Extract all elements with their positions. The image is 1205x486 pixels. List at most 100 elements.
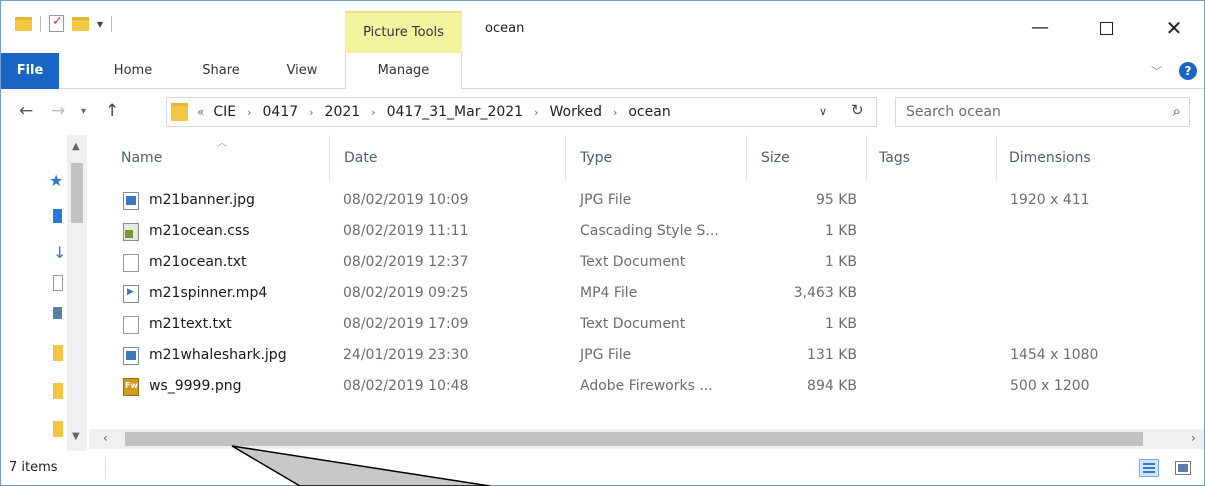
file-dimensions: 500 x 1200 [1010,378,1090,394]
address-dropdown-chevron-icon[interactable]: ∨ [819,105,827,118]
new-folder-icon[interactable] [72,16,89,31]
file-name: m21banner.jpg [149,192,255,208]
file-row[interactable]: m21ocean.txt 08/02/2019 12:37 Text Docum… [89,248,1169,279]
breadcrumb-item[interactable]: 2021 [325,104,361,120]
file-name: m21ocean.txt [149,254,247,270]
downloads-icon[interactable]: ↓ [53,243,66,262]
back-arrow-icon[interactable]: ← [19,101,33,121]
scrollbar-thumb[interactable] [125,432,1143,446]
customize-toolbar-arrow-icon[interactable]: ▾ [97,17,103,31]
folder-icon[interactable] [53,383,63,399]
file-dimensions: 1454 x 1080 [1010,347,1099,363]
file-list: ︿ Name Date Type Size Tags Dimensions m2… [89,135,1204,429]
file-type: Cascading Style S... [580,223,719,239]
details-view-icon[interactable] [1139,459,1159,477]
file-size: 95 KB [815,192,857,208]
column-header-type[interactable]: Type [566,135,747,181]
quick-access-star-icon[interactable]: ★ [49,171,63,190]
up-arrow-icon[interactable]: ↑ [105,101,119,121]
breadcrumb-separator-icon[interactable]: › [247,106,251,119]
file-size: 894 KB [807,378,857,394]
minimize-button[interactable]: — [1017,13,1063,43]
fireworks-file-icon [123,378,139,396]
breadcrumb-item[interactable]: 0417 [263,104,299,120]
file-row[interactable]: ws_9999.png 08/02/2019 10:48 Adobe Firew… [89,372,1169,403]
address-bar[interactable]: « CIE › 0417 › 2021 › 0417_31_Mar_2021 ›… [166,97,877,127]
folder-icon[interactable] [53,345,63,361]
breadcrumb-item[interactable]: 0417_31_Mar_2021 [387,104,524,120]
file-size: 1 KB [824,223,857,239]
file-type: JPG File [580,347,632,363]
help-icon[interactable]: ? [1179,62,1197,80]
file-type: Adobe Fireworks ... [580,378,713,394]
file-explorer-window: ▾ Picture Tools ocean — ✕ File Home Shar… [0,0,1205,486]
recent-locations-chevron-icon[interactable]: ▾ [81,106,86,117]
tab-file[interactable]: File [1,53,59,89]
file-size: 3,463 KB [793,285,857,301]
breadcrumb-separator-icon[interactable]: › [613,106,617,119]
text-file-icon [123,254,139,272]
file-date: 24/01/2019 23:30 [343,347,469,363]
folder-icon[interactable] [15,16,32,31]
forward-arrow-icon[interactable]: → [51,101,65,121]
file-type: Text Document [580,254,686,270]
folder-icon[interactable] [53,421,63,437]
properties-icon[interactable] [49,14,64,32]
column-header-dimensions[interactable]: Dimensions [997,135,1197,181]
breadcrumb-separator-icon[interactable]: › [371,106,375,119]
maximize-button[interactable] [1083,13,1129,43]
file-date: 08/02/2019 17:09 [343,316,469,332]
column-header-date[interactable]: Date [330,135,566,181]
breadcrumb-overflow[interactable]: « [197,105,204,119]
breadcrumb-item[interactable]: ocean [628,104,670,120]
tab-manage[interactable]: Manage [345,53,462,89]
desktop-icon[interactable] [53,209,62,223]
large-icons-view-icon[interactable] [1175,461,1191,475]
navigation-pane-scrollbar[interactable]: ▲ ▼ [67,135,87,451]
documents-icon[interactable] [53,275,63,291]
file-row[interactable]: m21ocean.css 08/02/2019 11:11 Cascading … [89,217,1169,248]
file-row[interactable]: m21banner.jpg 08/02/2019 10:09 JPG File … [89,186,1169,217]
column-header-name[interactable]: ︿ Name [89,135,330,181]
folder-icon [171,103,188,121]
file-date: 08/02/2019 12:37 [343,254,469,270]
file-name: m21whaleshark.jpg [149,347,287,363]
tab-share[interactable]: Share [191,53,251,89]
file-dimensions: 1920 x 411 [1010,192,1090,208]
video-file-icon [123,285,139,303]
breadcrumb-separator-icon[interactable]: › [534,106,538,119]
window-title: ocean [485,21,525,36]
breadcrumb-item[interactable]: CIE [213,104,236,120]
search-icon[interactable]: ⌕ [1173,102,1181,120]
file-name: ws_9999.png [149,378,242,394]
scroll-up-arrow-icon[interactable]: ▲ [72,141,80,152]
address-row: ← → ▾ ↑ « CIE › 0417 › 2021 › 0417_31_Ma… [1,89,1204,135]
title-bar: ▾ Picture Tools ocean — ✕ [1,1,1204,53]
refresh-icon[interactable]: ↻ [851,101,864,119]
expand-ribbon-chevron-icon[interactable]: ﹀ [1151,63,1162,79]
file-row[interactable]: m21spinner.mp4 08/02/2019 09:25 MP4 File… [89,279,1169,310]
close-button[interactable]: ✕ [1151,13,1197,43]
file-date: 08/02/2019 10:09 [343,192,469,208]
file-row[interactable]: m21text.txt 08/02/2019 17:09 Text Docume… [89,310,1169,341]
file-name: m21spinner.mp4 [149,285,268,301]
scroll-left-arrow-icon[interactable]: ‹ [103,431,108,445]
breadcrumb-item[interactable]: Worked [550,104,602,120]
file-row[interactable]: m21whaleshark.jpg 24/01/2019 23:30 JPG F… [89,341,1169,372]
scrollbar-thumb[interactable] [71,163,83,223]
column-header-size[interactable]: Size [747,135,867,181]
quick-access-toolbar: ▾ [15,14,113,32]
pictures-icon[interactable] [53,307,62,319]
scroll-right-arrow-icon[interactable]: › [1191,431,1196,445]
maximize-icon [1099,21,1113,35]
tab-home[interactable]: Home [101,53,165,89]
scroll-down-arrow-icon[interactable]: ▼ [72,431,80,442]
file-type: Text Document [580,316,686,332]
file-type: JPG File [580,192,632,208]
column-header-tags[interactable]: Tags [867,135,997,181]
search-input[interactable]: Search ocean ⌕ [895,97,1190,127]
breadcrumb-separator-icon[interactable]: › [309,106,313,119]
horizontal-scrollbar[interactable]: ‹ › [89,429,1204,449]
tab-view[interactable]: View [277,53,327,89]
sort-ascending-icon: ︿ [217,138,227,149]
